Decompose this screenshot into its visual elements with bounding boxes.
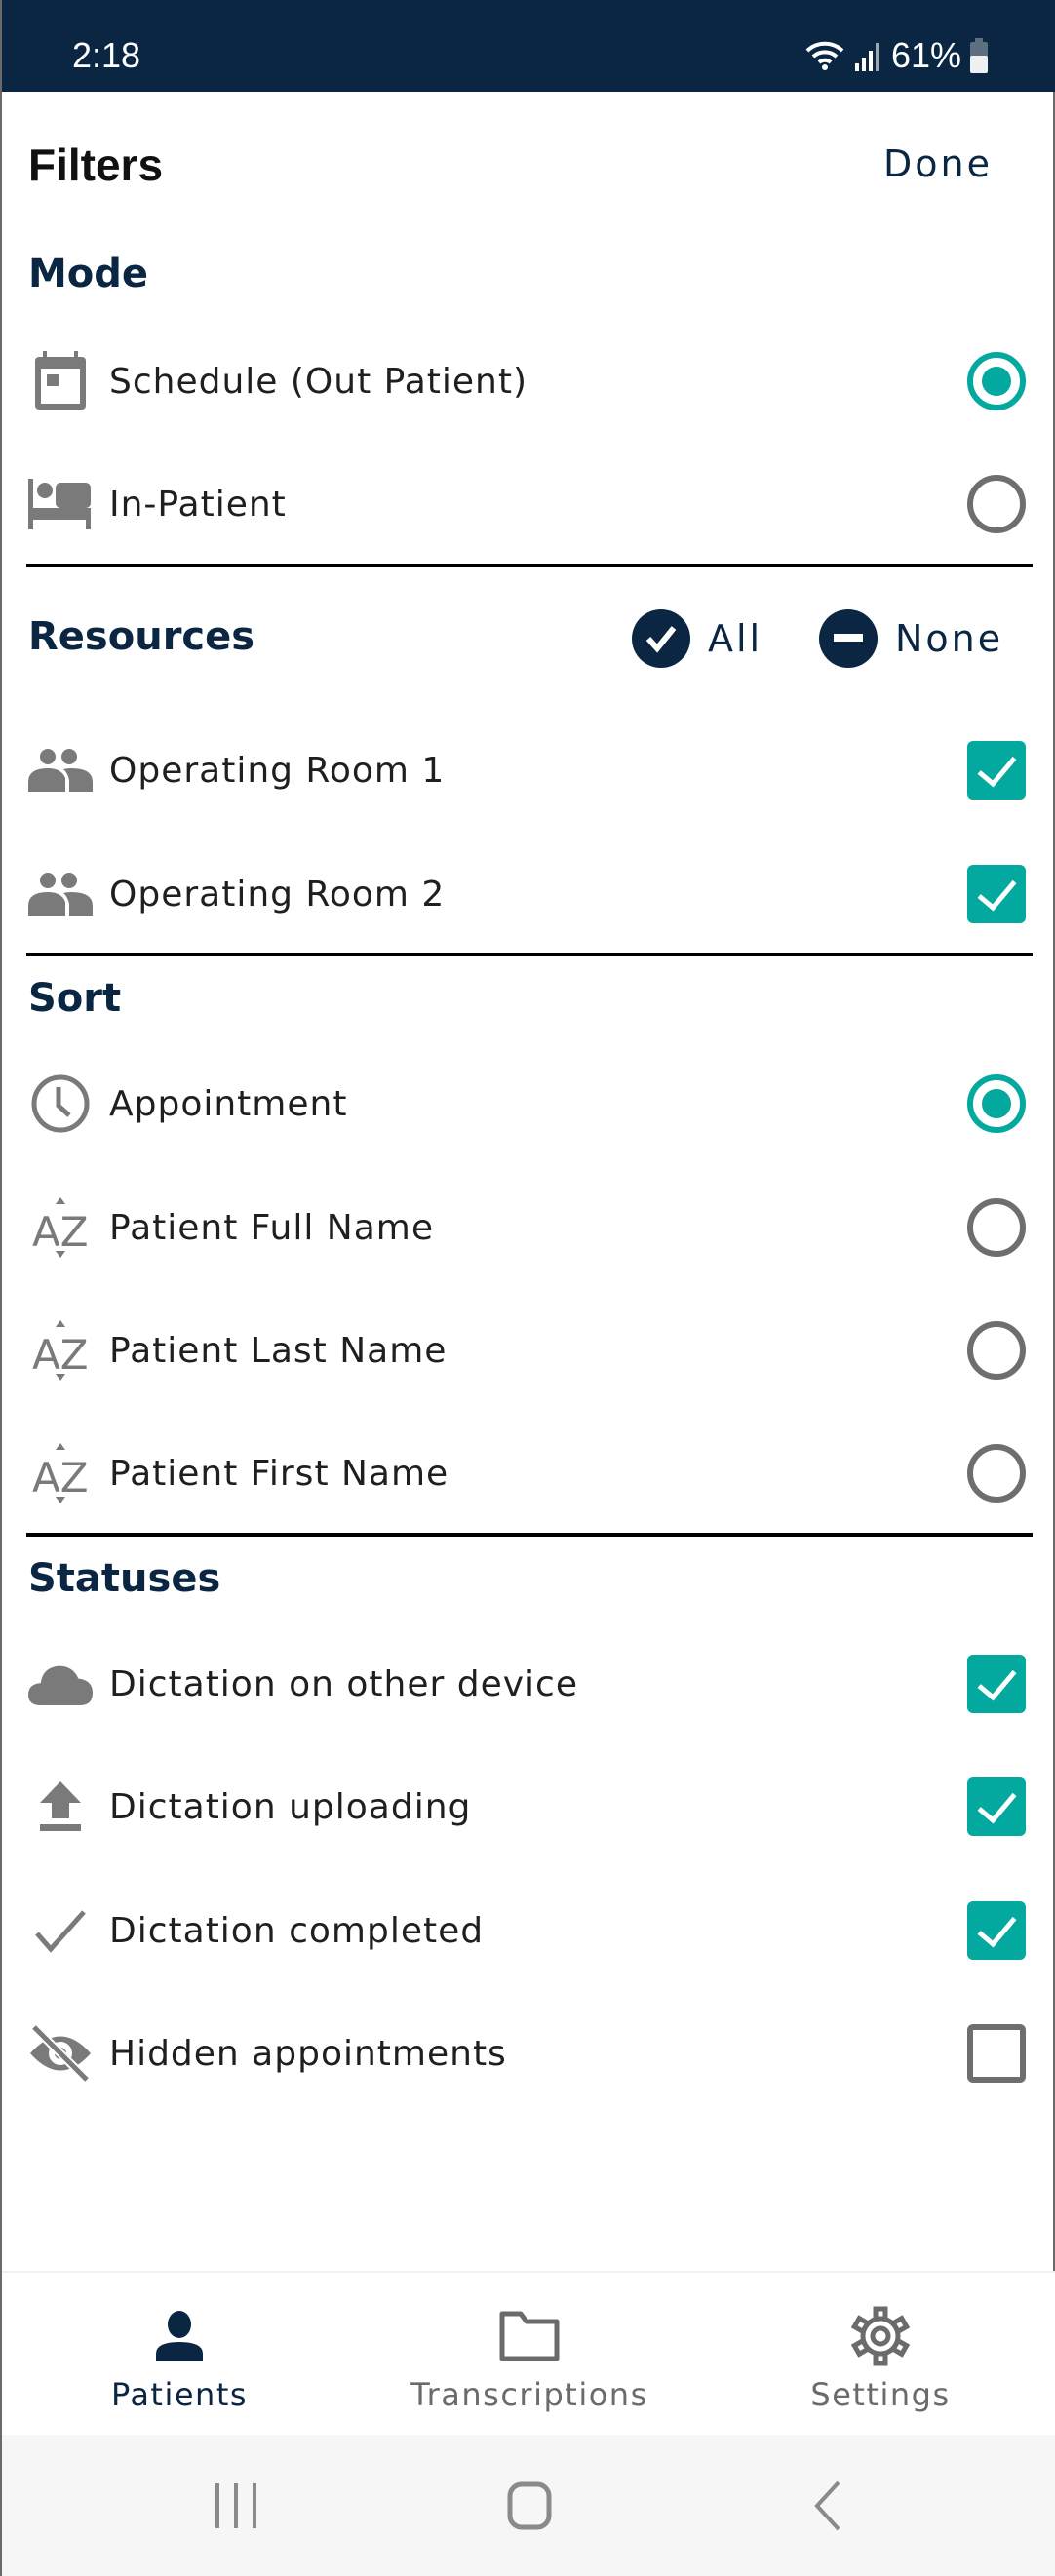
status-item-other-device[interactable]: Dictation on other device	[2, 1630, 1055, 1737]
checkbox-checked[interactable]	[967, 1901, 1026, 1960]
people-icon	[28, 738, 93, 802]
minus-circle-icon	[819, 609, 878, 668]
status-label: Dictation uploading	[109, 1786, 472, 1827]
wifi-icon	[805, 41, 844, 70]
radio-unselected[interactable]	[967, 1444, 1026, 1503]
bed-icon	[28, 472, 93, 536]
radio-unselected[interactable]	[967, 1198, 1026, 1257]
status-label: Dictation on other device	[109, 1663, 578, 1704]
status-item-completed[interactable]: Dictation completed	[2, 1877, 1055, 1984]
mode-option-label: In-Patient	[109, 484, 287, 525]
section-title-mode: Mode	[28, 252, 149, 296]
sort-az-icon: AZ	[28, 1195, 93, 1260]
nav-label: Settings	[810, 2376, 951, 2413]
nav-tab-settings[interactable]: Settings	[734, 2273, 1027, 2437]
recent-apps-icon	[215, 2482, 256, 2528]
divider	[26, 953, 1033, 956]
mode-option-in-patient[interactable]: In-Patient	[2, 450, 1055, 558]
checkbox-unchecked[interactable]	[967, 2024, 1026, 2083]
system-navigation-bar	[2, 2435, 1055, 2576]
folder-icon	[499, 2302, 560, 2370]
svg-text:AZ: AZ	[32, 1454, 89, 1502]
signal-icon	[854, 43, 879, 71]
section-title-sort: Sort	[28, 976, 122, 1021]
sort-option-label: Patient First Name	[109, 1453, 449, 1494]
sort-az-icon: AZ	[28, 1318, 93, 1383]
cloud-icon	[28, 1652, 93, 1716]
divider	[26, 1533, 1033, 1537]
sort-option-label: Patient Last Name	[109, 1330, 448, 1371]
resource-label: Operating Room 1	[109, 750, 446, 791]
svg-text:AZ: AZ	[32, 1208, 89, 1256]
sort-az-icon: AZ	[28, 1441, 93, 1505]
resource-label: Operating Room 2	[109, 874, 446, 915]
checkbox-checked[interactable]	[967, 1655, 1026, 1713]
status-time: 2:18	[72, 35, 141, 75]
recent-apps-button[interactable]	[187, 2469, 285, 2542]
section-title-resources: Resources	[28, 614, 255, 659]
section-title-statuses: Statuses	[28, 1556, 221, 1601]
sort-option-label: Appointment	[109, 1083, 348, 1124]
divider	[26, 564, 1033, 567]
eye-off-icon	[28, 2021, 93, 2086]
nav-tab-patients[interactable]: Patients	[33, 2273, 326, 2437]
done-button[interactable]: Done	[883, 142, 993, 185]
gear-icon	[850, 2302, 911, 2370]
nav-tab-transcriptions[interactable]: Transcriptions	[383, 2273, 676, 2437]
upload-icon	[28, 1775, 93, 1839]
status-item-hidden[interactable]: Hidden appointments	[2, 2000, 1055, 2107]
nav-label: Patients	[110, 2376, 249, 2413]
battery-icon	[970, 38, 988, 73]
status-label: Dictation completed	[109, 1910, 485, 1951]
check-circle-icon	[632, 609, 690, 668]
bottom-navigation: Patients Transcriptions Settings	[2, 2271, 1055, 2435]
back-button[interactable]	[779, 2469, 877, 2542]
status-bar: 2:18 61%	[2, 0, 1055, 92]
clock-icon	[28, 1072, 93, 1136]
mode-option-schedule[interactable]: Schedule (Out Patient)	[2, 328, 1055, 435]
select-all-button[interactable]: All	[632, 609, 762, 668]
radio-unselected[interactable]	[967, 475, 1026, 533]
checkbox-checked[interactable]	[967, 1777, 1026, 1836]
page-title: Filters	[28, 139, 164, 190]
radio-selected[interactable]	[967, 352, 1026, 410]
back-icon	[814, 2480, 840, 2530]
resource-item-operating-room-2[interactable]: Operating Room 2	[2, 840, 1055, 948]
sort-option-first-name[interactable]: AZ Patient First Name	[2, 1420, 1055, 1527]
mode-option-label: Schedule (Out Patient)	[109, 361, 528, 402]
sort-option-last-name[interactable]: AZ Patient Last Name	[2, 1297, 1055, 1404]
home-icon	[507, 2481, 552, 2529]
status-label: Hidden appointments	[109, 2033, 507, 2074]
select-none-button[interactable]: None	[819, 609, 1003, 668]
radio-selected[interactable]	[967, 1074, 1026, 1133]
person-icon	[155, 2302, 204, 2370]
select-all-label: All	[708, 617, 763, 660]
checkbox-checked[interactable]	[967, 741, 1026, 800]
check-icon	[28, 1898, 93, 1963]
status-icons: 61%	[803, 35, 989, 76]
radio-unselected[interactable]	[967, 1321, 1026, 1380]
battery-percent: 61%	[890, 35, 961, 75]
nav-label: Transcriptions	[410, 2376, 648, 2413]
sort-option-full-name[interactable]: AZ Patient Full Name	[2, 1174, 1055, 1281]
sort-option-label: Patient Full Name	[109, 1207, 435, 1248]
status-item-uploading[interactable]: Dictation uploading	[2, 1753, 1055, 1860]
home-button[interactable]	[481, 2469, 578, 2542]
svg-text:AZ: AZ	[32, 1331, 89, 1379]
select-none-label: None	[895, 617, 1004, 660]
sort-option-appointment[interactable]: Appointment	[2, 1050, 1055, 1157]
calendar-icon	[28, 349, 93, 413]
resource-item-operating-room-1[interactable]: Operating Room 1	[2, 717, 1055, 824]
people-icon	[28, 862, 93, 926]
checkbox-checked[interactable]	[967, 865, 1026, 923]
